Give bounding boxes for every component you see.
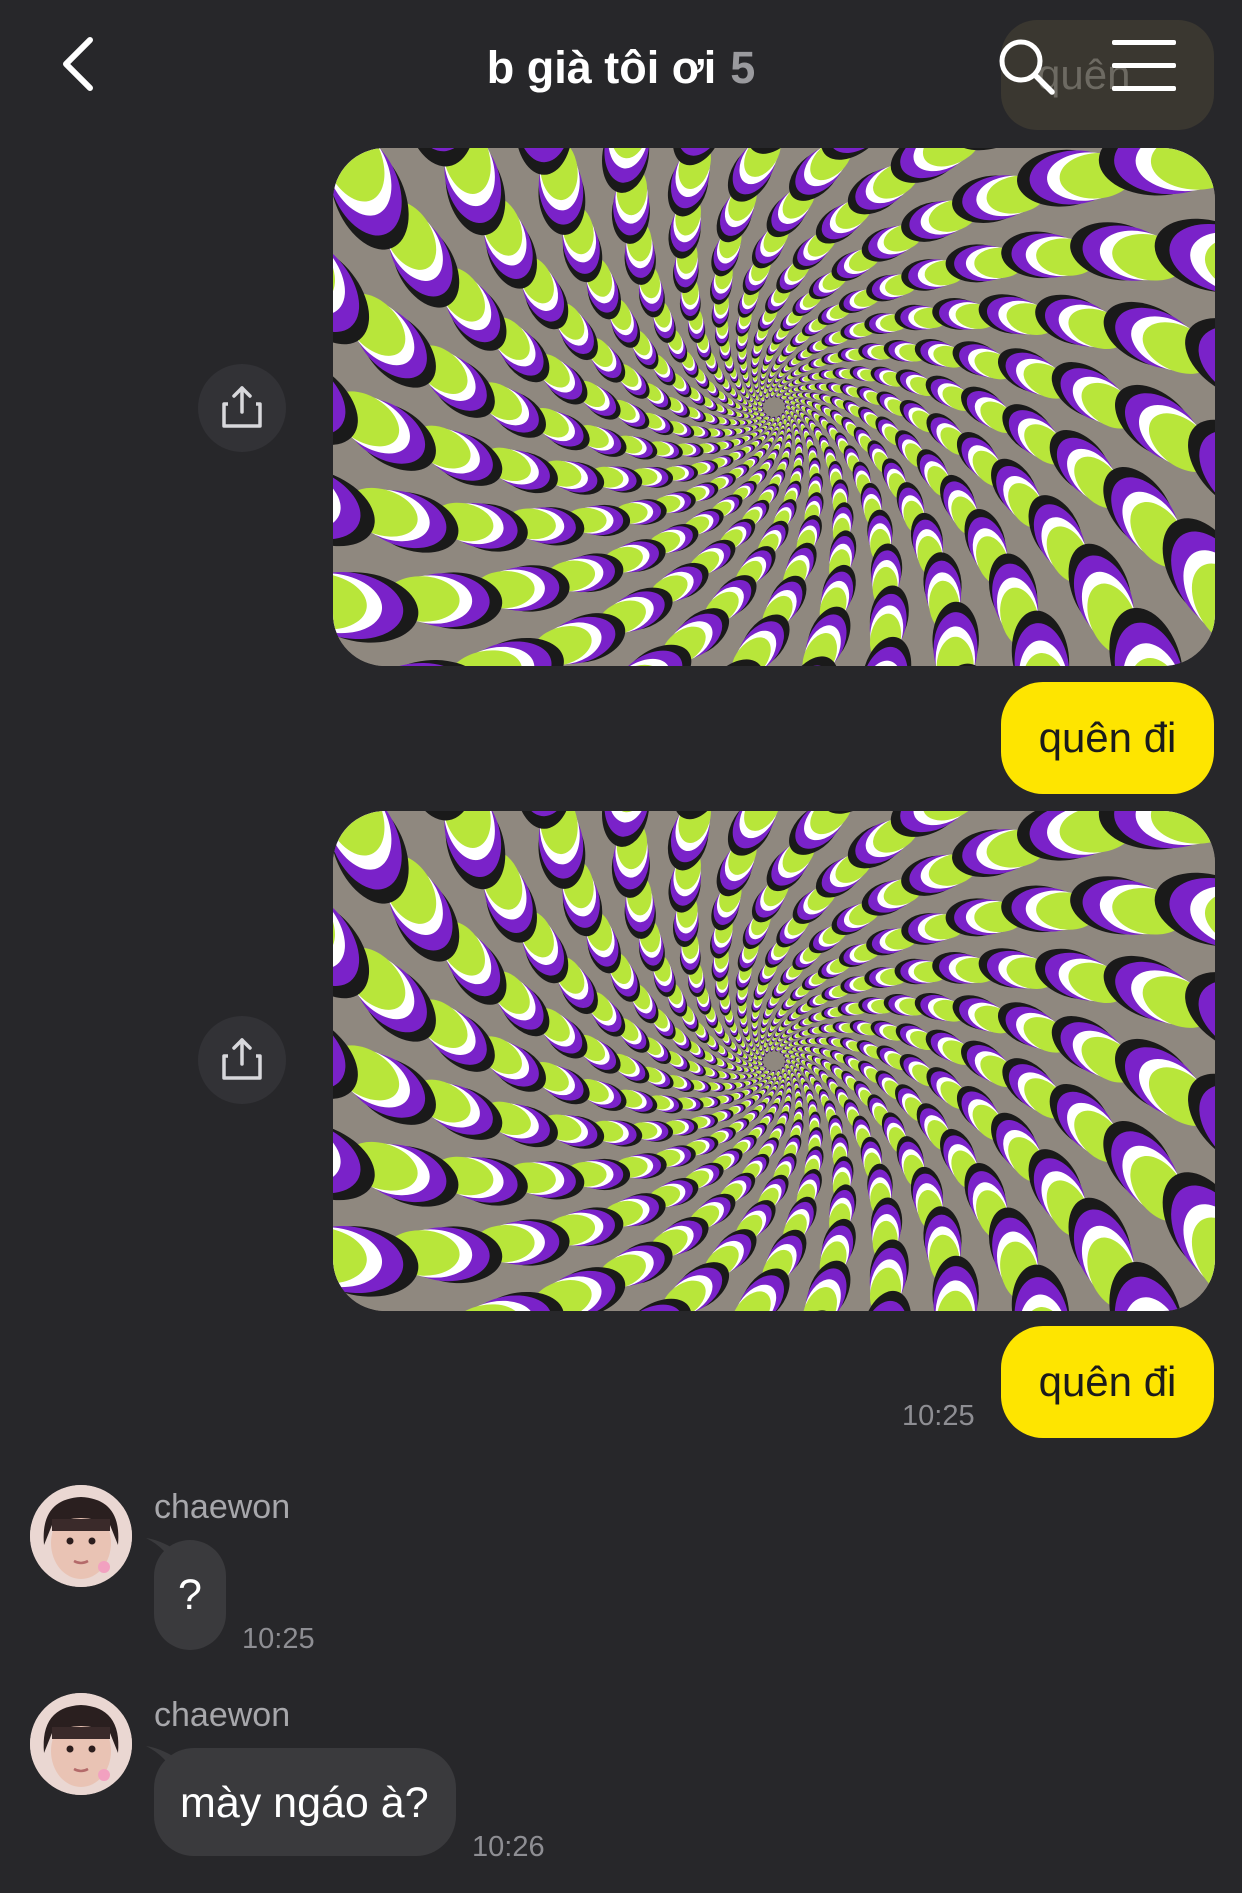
message-text: mày ngáo à? [180,1779,429,1827]
message-text: quên đi [1038,714,1177,761]
share-button[interactable] [198,364,286,452]
message-time: 10:26 [472,1831,545,1863]
sender-name: chaewon [154,1696,291,1734]
member-count: 5 [730,42,756,93]
image-message[interactable] [333,811,1215,1311]
message-time: 10:25 [902,1400,975,1432]
chat-title-text: b già tôi ơi [486,42,717,93]
avatar[interactable] [30,1485,132,1587]
share-icon [222,386,262,428]
avatar[interactable] [30,1693,132,1795]
message-text: quên đi [1038,1358,1177,1405]
sender-name: chaewon [154,1488,291,1526]
image-message[interactable] [333,148,1215,666]
search-icon [999,39,1055,95]
avatar-photo [30,1485,132,1587]
their-message-bubble[interactable]: mày ngáo à? [154,1748,456,1856]
avatar-photo [30,1693,132,1795]
search-button[interactable] [996,36,1056,96]
share-icon [222,1038,262,1080]
optical-illusion-image [333,811,1215,1311]
my-message-bubble[interactable]: quên đi [1001,682,1214,794]
optical-illusion-image [333,148,1215,666]
menu-icon [1112,40,1176,91]
message-text: ? [178,1571,202,1619]
menu-button[interactable] [1112,38,1176,94]
my-message-bubble[interactable]: quên đi [1001,1326,1214,1438]
their-message-bubble[interactable]: ? [154,1540,226,1650]
message-time: 10:25 [242,1623,315,1655]
share-button[interactable] [198,1016,286,1104]
